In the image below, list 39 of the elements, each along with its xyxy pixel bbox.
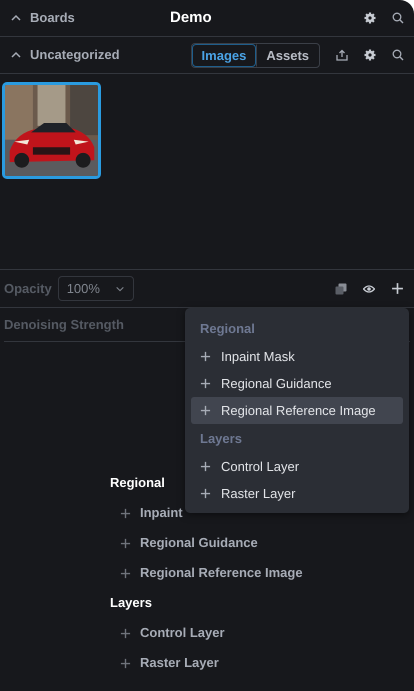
menu-item[interactable]: Control Layer [191, 453, 403, 480]
eye-icon[interactable] [363, 282, 375, 294]
add-layer-item[interactable]: Regional Guidance [110, 528, 414, 558]
menu-item[interactable]: Inpaint Mask [191, 343, 403, 370]
search-icon[interactable] [392, 49, 404, 61]
section-heading: Regional [110, 474, 165, 492]
add-icon [200, 351, 211, 362]
upload-icon[interactable] [336, 49, 348, 61]
section-heading: Layers [110, 594, 152, 612]
boards-toggle[interactable]: Boards [30, 8, 75, 28]
menu-item[interactable]: Regional Reference Image [191, 397, 403, 424]
opacity-select[interactable]: 100% [58, 276, 134, 302]
menu-item[interactable]: Raster Layer [191, 480, 403, 507]
add-icon [200, 488, 211, 499]
menu-item[interactable]: Regional Guidance [191, 370, 403, 397]
add-icon [200, 461, 211, 472]
category-toggle[interactable]: Uncategorized [30, 45, 120, 65]
view-tab[interactable]: Images [192, 44, 256, 66]
add-layer-item[interactable]: Control Layer [110, 618, 414, 648]
menu-section-heading: Layers [200, 430, 242, 448]
add-icon [120, 568, 131, 578]
add-icon [120, 628, 131, 638]
add-icon [200, 378, 211, 389]
opacity-label: Opacity [4, 280, 52, 298]
add-icon [200, 405, 211, 416]
search-icon[interactable] [392, 12, 404, 24]
denoising-label: Denoising Strength [4, 316, 124, 334]
add-layer-item[interactable]: Raster Layer [110, 648, 414, 678]
view-tab[interactable]: Assets [256, 44, 319, 66]
settings-icon[interactable] [364, 12, 376, 24]
add-icon[interactable] [391, 282, 404, 295]
settings-icon[interactable] [364, 49, 376, 61]
board-title: Demo [170, 8, 212, 28]
menu-section-heading: Regional [200, 320, 255, 338]
duplicate-icon[interactable] [335, 282, 347, 294]
add-layer-item[interactable]: Regional Reference Image [110, 558, 414, 588]
add-icon [120, 658, 131, 668]
add-icon [120, 538, 131, 548]
add-icon [120, 508, 131, 518]
